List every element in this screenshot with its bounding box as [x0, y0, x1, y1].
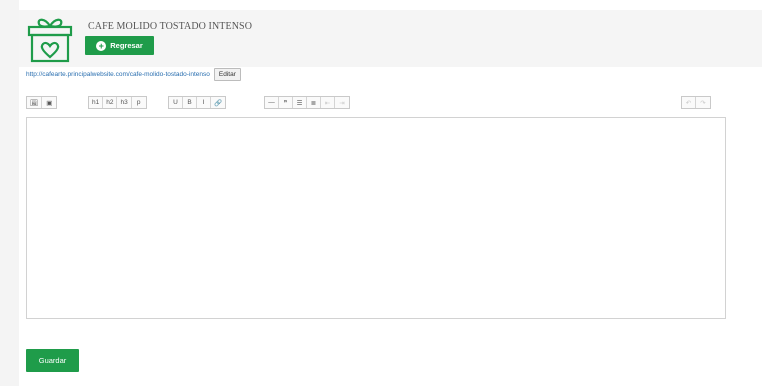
toolbar-group-media: 🖼 ▣: [26, 96, 58, 109]
indent-icon[interactable]: ⇥: [335, 97, 349, 108]
bold-icon[interactable]: B: [183, 97, 197, 108]
permalink-link[interactable]: http://cafearte.principalwebsite.com/caf…: [26, 71, 210, 78]
undo-icon[interactable]: ↶: [682, 97, 696, 108]
product-editor-card: CAFE MOLIDO TOSTADO INTENSO + Regresar h…: [19, 0, 762, 386]
permalink-row: http://cafearte.principalwebsite.com/caf…: [26, 66, 241, 82]
left-rail: [0, 0, 19, 386]
image-icon[interactable]: 🖼: [27, 97, 43, 108]
toolbar-group-history: ↶ ↷: [681, 96, 711, 109]
ordered-list-icon[interactable]: ≣: [307, 97, 321, 108]
heading-p-button[interactable]: p: [132, 97, 146, 108]
back-button-label: Regresar: [110, 41, 143, 50]
content-editor[interactable]: [26, 117, 726, 319]
editor-toolbar: 🖼 ▣ h1 h2 h3 p U B I 🔗 — ❞ ☰ ≣ ⇤ ⇥ ↶ ↷: [26, 96, 726, 111]
back-button[interactable]: + Regresar: [85, 36, 154, 55]
quote-icon[interactable]: ❞: [279, 97, 293, 108]
toolbar-group-format: U B I 🔗: [168, 96, 227, 109]
italic-icon[interactable]: I: [197, 97, 211, 108]
horizontal-rule-icon[interactable]: —: [265, 97, 279, 108]
video-icon[interactable]: ▣: [42, 97, 56, 108]
underline-icon[interactable]: U: [169, 97, 183, 108]
link-icon[interactable]: 🔗: [211, 97, 225, 108]
product-title: CAFE MOLIDO TOSTADO INTENSO: [88, 21, 253, 32]
heading-h2-button[interactable]: h2: [103, 97, 118, 108]
plus-circle-icon: +: [96, 40, 107, 51]
heading-h1-button[interactable]: h1: [89, 97, 104, 108]
product-header: CAFE MOLIDO TOSTADO INTENSO + Regresar: [19, 10, 762, 67]
gift-box-heart-icon: [27, 18, 73, 63]
redo-icon[interactable]: ↷: [696, 97, 710, 108]
heading-h3-button[interactable]: h3: [117, 97, 132, 108]
edit-permalink-button[interactable]: Editar: [213, 67, 241, 81]
toolbar-group-blocks: — ❞ ☰ ≣ ⇤ ⇥: [264, 96, 350, 109]
outdent-icon[interactable]: ⇤: [321, 97, 335, 108]
save-button[interactable]: Guardar: [26, 349, 79, 372]
toolbar-group-headings: h1 h2 h3 p: [88, 96, 147, 109]
unordered-list-icon[interactable]: ☰: [293, 97, 307, 108]
